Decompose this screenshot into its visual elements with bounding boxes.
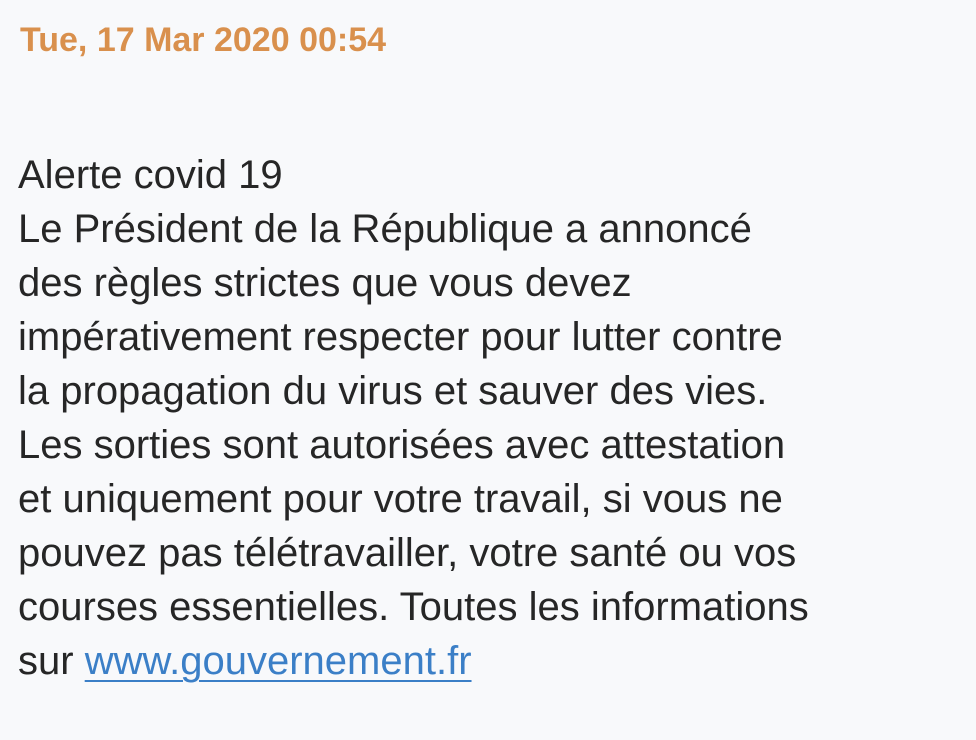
message-line-4: impérativement respecter pour lutter con… [18,315,783,359]
message-line-5: la propagation du virus et sauver des vi… [18,369,768,413]
message-body[interactable]: Alerte covid 19 Le Président de la Répub… [18,148,963,688]
message-line-9: courses essentielles. Toutes les informa… [18,585,809,629]
message-line-1: Alerte covid 19 [18,153,283,197]
message-line-3: des règles strictes que vous devez [18,261,632,305]
message-line-8: pouvez pas télétravailler, votre santé o… [18,531,797,575]
government-website-link[interactable]: www.gouvernement.fr [85,639,472,683]
message-line-2: Le Président de la République a annoncé [18,207,752,251]
message-line-6: Les sorties sont autorisées avec attesta… [18,423,786,467]
message-line-7: et uniquement pour votre travail, si vou… [18,477,783,521]
sms-message-view: Tue, 17 Mar 2020 00:54 Alerte covid 19 L… [0,0,976,740]
message-last-line-prefix: sur [18,639,85,683]
message-line-10: sur www.gouvernement.fr [18,634,963,688]
message-timestamp: Tue, 17 Mar 2020 00:54 [20,21,387,59]
